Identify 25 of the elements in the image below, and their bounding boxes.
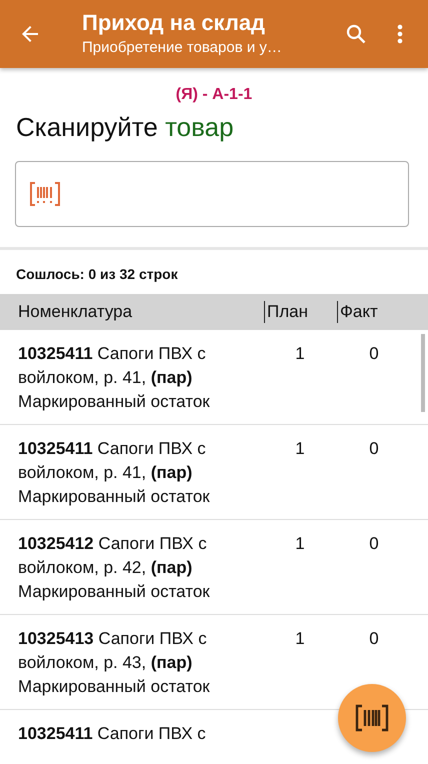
barcode-icon [355,704,389,732]
plan-quantity: 1 [295,629,305,648]
fact-quantity: 0 [369,629,379,648]
location-label: (Я) - А-1-1 [174,85,254,105]
barcode-input-field[interactable] [15,161,409,227]
screen-subtitle: Приобретение товаров и у… [82,38,283,58]
scan-button[interactable] [338,684,406,752]
item-name: 10325411 Сапоги ПВХ с войлоком, р. 41, (пар) Маркированный остаток [17,438,211,508]
plan-quantity: 1 [295,534,305,553]
column-header: План [264,301,337,323]
plan-quantity: 1 [295,439,305,458]
item-name: 10325411 Сапоги ПВХ с [17,723,207,745]
item-name: 10325413 Сапоги ПВХ с войлоком, р. 43, (пар) Маркированный остаток [17,628,211,698]
barcode-icon [30,182,60,206]
column-header: Факт [337,301,416,323]
fact-quantity: 0 [369,439,379,458]
scan-prompt: Сканируйте товар [16,111,235,143]
item-name: 10325412 Сапоги ПВХ с войлоком, р. 42, (пар) Маркированный остаток [17,533,211,603]
item-name: 10325411 Сапоги ПВХ с войлоком, р. 41, (пар) Маркированный остаток [17,343,211,413]
fact-quantity: 0 [369,344,379,363]
screen-title: Приход на склад [82,10,266,36]
match-summary: Сошлось: 0 из 32 строк [16,265,179,283]
column-header: Номенклатура [17,302,134,322]
plan-quantity: 1 [295,344,305,363]
fact-quantity: 0 [369,534,379,553]
